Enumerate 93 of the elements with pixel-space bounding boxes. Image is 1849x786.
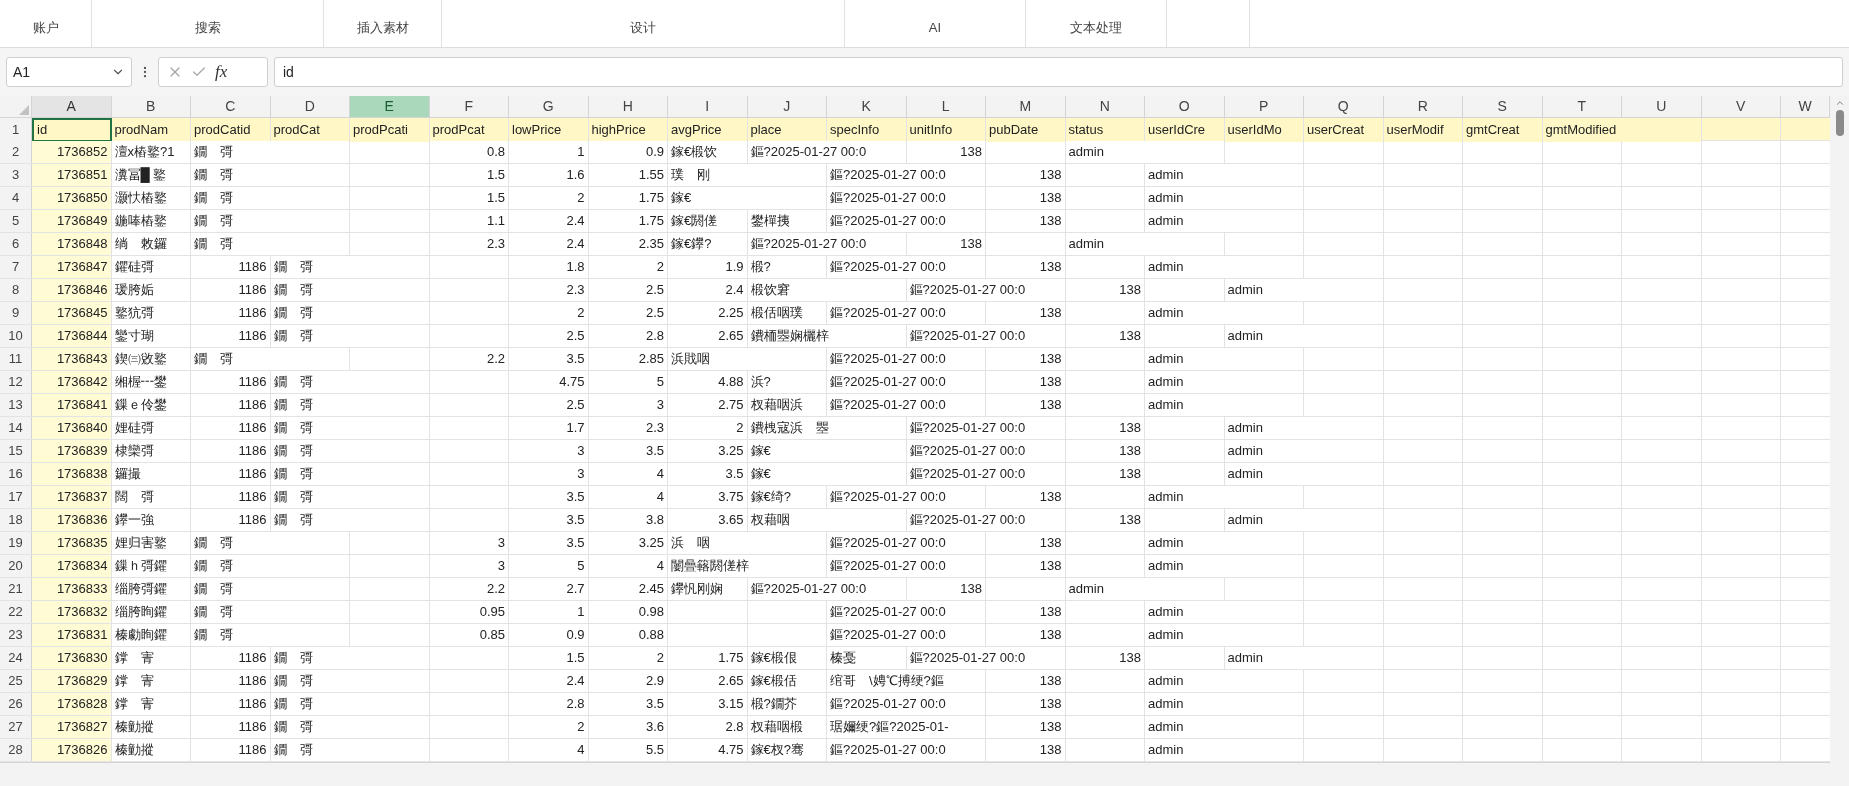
row-number[interactable]: 20 [0, 555, 32, 577]
row-number[interactable]: 26 [0, 693, 32, 715]
row-number[interactable]: 21 [0, 578, 32, 600]
ribbon-group-label: 账户 [32, 19, 59, 37]
table-cell: 1736832 [32, 601, 112, 623]
table-cell: 1736833 [32, 578, 112, 600]
select-all-icon[interactable] [19, 105, 29, 115]
row-number[interactable]: 6 [0, 233, 32, 255]
table-cell: 鐗 彁 [191, 141, 350, 163]
column-header[interactable]: I [668, 96, 748, 117]
row-number[interactable]: 2 [0, 141, 32, 163]
column-header[interactable]: R [1383, 96, 1463, 117]
row-number[interactable]: 19 [0, 532, 32, 554]
column-header[interactable]: V [1701, 96, 1781, 117]
scrollbar-thumb[interactable] [1835, 110, 1844, 136]
function-button[interactable]: fx [215, 59, 228, 85]
column-header[interactable]: O [1145, 96, 1225, 117]
row-number[interactable]: 23 [0, 624, 32, 646]
row-number[interactable]: 13 [0, 394, 32, 416]
column-header[interactable]: H [588, 96, 668, 117]
table-cell: 1736836 [32, 509, 112, 531]
column-header[interactable]: N [1065, 96, 1145, 117]
table-cell: 1736840 [32, 417, 112, 439]
row-number[interactable]: 12 [0, 371, 32, 393]
column-header[interactable]: E [350, 96, 430, 117]
table-cell: admin [1065, 141, 1225, 163]
table-cell: 1736829 [32, 670, 112, 692]
column-header[interactable]: F [429, 96, 509, 117]
row-number[interactable]: 9 [0, 302, 32, 324]
table-cell: 1736827 [32, 716, 112, 738]
vertical-scrollbar[interactable] [1830, 96, 1849, 786]
ribbon-group-label: AI [928, 19, 942, 37]
table-cell: 1736841 [32, 394, 112, 416]
column-header[interactable]: G [509, 96, 589, 117]
column-header[interactable]: Q [1304, 96, 1384, 117]
table-cell: 1736835 [32, 532, 112, 554]
row-number[interactable]: 7 [0, 256, 32, 278]
table-cell: 1736849 [32, 210, 112, 232]
row-number[interactable]: 16 [0, 463, 32, 485]
row-number[interactable]: 24 [0, 647, 32, 669]
table-cell: 1736848 [32, 233, 112, 255]
table-cell: 1736826 [32, 739, 112, 761]
header-cell[interactable]: id [32, 118, 112, 142]
column-header[interactable]: T [1542, 96, 1622, 117]
table-cell: 1736846 [32, 279, 112, 301]
row-number[interactable]: 28 [0, 739, 32, 761]
ribbon-group-label: 设计 [630, 19, 656, 37]
row-number[interactable]: 10 [0, 325, 32, 347]
ribbon-group-label: 文本处理 [1070, 19, 1122, 37]
table-cell: 1736847 [32, 256, 112, 278]
ribbon-group-label: 插入素材 [356, 19, 409, 37]
row-number[interactable]: 5 [0, 210, 32, 232]
table-cell: 1736830 [32, 647, 112, 669]
table-cell: 1736839 [32, 440, 112, 462]
row-number[interactable]: 25 [0, 670, 32, 692]
row-number[interactable]: 18 [0, 509, 32, 531]
table-cell: 1736837 [32, 486, 112, 508]
formula-input[interactable]: id [274, 57, 1843, 87]
table-cell: 鏂?2025-01-27 00:0 [747, 141, 907, 163]
table-cell: 1736843 [32, 348, 112, 370]
column-header[interactable]: B [111, 96, 191, 117]
table-cell: 1736828 [32, 693, 112, 715]
column-header[interactable]: L [906, 96, 986, 117]
row-number[interactable]: 14 [0, 417, 32, 439]
column-header[interactable]: K [827, 96, 907, 117]
table-cell: 1736842 [32, 371, 112, 393]
header-cell[interactable]: gmtModified [1542, 118, 1702, 142]
row-number[interactable]: 22 [0, 601, 32, 623]
row-number[interactable]: 11 [0, 348, 32, 370]
column-header[interactable]: M [986, 96, 1066, 117]
row-number[interactable]: 8 [0, 279, 32, 301]
table-cell: 1736838 [32, 463, 112, 485]
table-cell: 1736850 [32, 187, 112, 209]
row-number[interactable]: 17 [0, 486, 32, 508]
column-header[interactable]: C [191, 96, 271, 117]
column-header[interactable]: P [1224, 96, 1304, 117]
row-number[interactable]: 4 [0, 187, 32, 209]
column-header[interactable]: A [32, 96, 112, 117]
name-box[interactable]: A1 [6, 57, 132, 87]
row-number[interactable]: 3 [0, 164, 32, 186]
table-cell: 1736852 [32, 141, 112, 163]
row-number[interactable]: 15 [0, 440, 32, 462]
row-number[interactable]: 27 [0, 716, 32, 738]
ribbon-group-label: 搜索 [194, 19, 221, 37]
table-cell: 1736851 [32, 164, 112, 186]
column-header[interactable]: J [747, 96, 827, 117]
column-header[interactable]: U [1622, 96, 1702, 117]
table-cell: 1736844 [32, 325, 112, 347]
table-cell: 1736831 [32, 624, 112, 646]
table-cell: 1736845 [32, 302, 112, 324]
column-header[interactable]: S [1463, 96, 1543, 117]
table-cell: 1736834 [32, 555, 112, 577]
row-number[interactable]: 1 [0, 118, 32, 142]
